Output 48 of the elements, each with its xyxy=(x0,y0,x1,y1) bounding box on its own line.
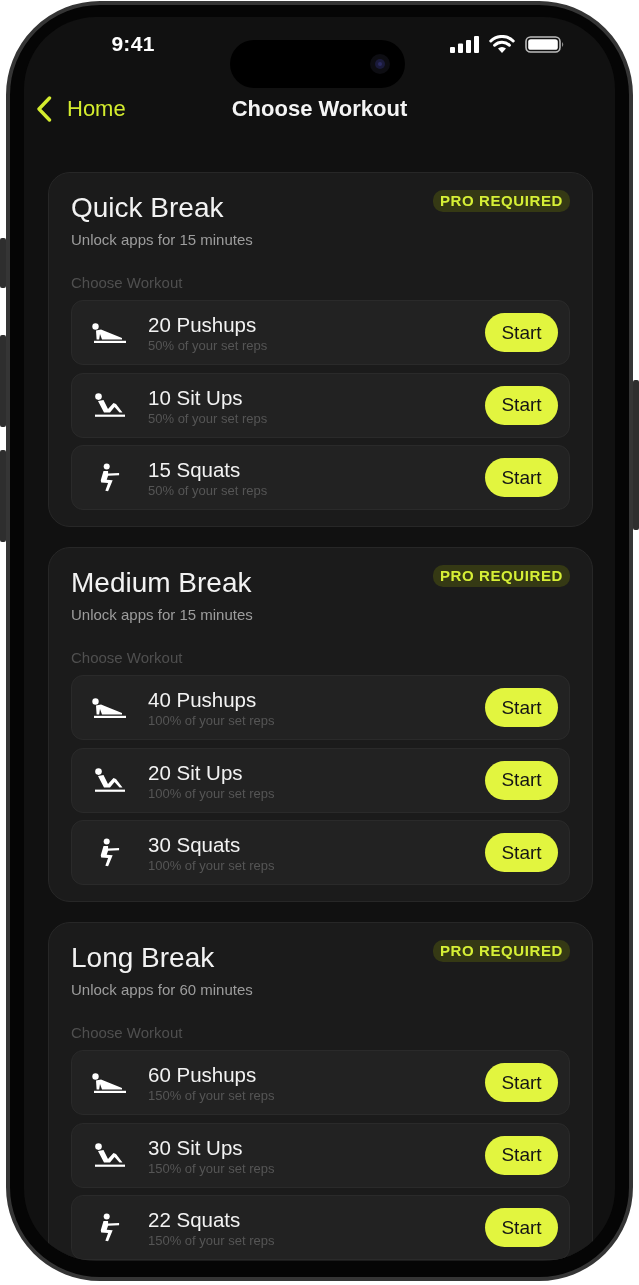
squat-figure-icon xyxy=(98,838,120,867)
start-button[interactable]: Start xyxy=(485,1208,558,1247)
card-title: Medium Break xyxy=(71,566,252,600)
start-button[interactable]: Start xyxy=(485,688,558,727)
squat-figure-icon xyxy=(98,1213,120,1242)
squat-figure-icon xyxy=(98,463,120,492)
situp-figure-icon xyxy=(93,768,125,792)
wifi-icon xyxy=(489,35,515,53)
chevron-left-icon xyxy=(36,96,52,122)
card-title: Quick Break xyxy=(71,191,224,225)
start-button[interactable]: Start xyxy=(485,385,558,425)
workout-name: 60 Pushups xyxy=(148,1063,257,1087)
workout-name: 22 Squats xyxy=(148,1208,241,1232)
situp-figure-icon xyxy=(93,1143,125,1167)
status-time: 9:41 xyxy=(111,32,155,56)
side-button[interactable] xyxy=(0,238,6,288)
situp-figure-icon xyxy=(93,393,125,417)
workout-name: 30 Sit Ups xyxy=(148,1135,243,1160)
side-button[interactable] xyxy=(0,335,6,427)
card-subtitle: Unlock apps for 15 minutes xyxy=(71,231,254,249)
back-button[interactable]: Home xyxy=(36,96,126,122)
pushup-figure-icon xyxy=(92,697,126,718)
start-button[interactable]: Start xyxy=(485,760,558,800)
pro-badge: PRO REQUIRED xyxy=(432,190,570,212)
side-button[interactable] xyxy=(0,450,6,542)
start-button[interactable]: Start xyxy=(485,1063,558,1102)
pro-badge: PRO REQUIRED xyxy=(432,565,570,587)
workout-name: 15 Squats xyxy=(148,458,241,482)
side-button[interactable] xyxy=(633,380,639,530)
start-button[interactable]: Start xyxy=(485,313,558,352)
pushup-figure-icon xyxy=(92,322,126,343)
start-button[interactable]: Start xyxy=(485,458,558,497)
pro-badge: PRO REQUIRED xyxy=(432,940,570,962)
workout-name: 30 Squats xyxy=(148,833,241,857)
camera-lens-icon xyxy=(370,54,390,74)
card-title: Long Break xyxy=(71,941,215,975)
card-subtitle: Unlock apps for 60 minutes xyxy=(71,981,254,999)
pushup-figure-icon xyxy=(92,1072,126,1093)
signal-icon xyxy=(450,35,479,53)
workout-name: 40 Pushups xyxy=(148,688,257,712)
start-button[interactable]: Start xyxy=(485,833,558,872)
workout-name: 10 Sit Ups xyxy=(148,385,243,410)
screen-title: Choose Workout xyxy=(231,96,408,122)
start-button[interactable]: Start xyxy=(485,1135,558,1175)
battery-icon xyxy=(525,35,565,53)
card-subtitle: Unlock apps for 15 minutes xyxy=(71,606,254,624)
workout-name: 20 Pushups xyxy=(148,313,257,337)
workout-name: 20 Sit Ups xyxy=(148,760,243,785)
